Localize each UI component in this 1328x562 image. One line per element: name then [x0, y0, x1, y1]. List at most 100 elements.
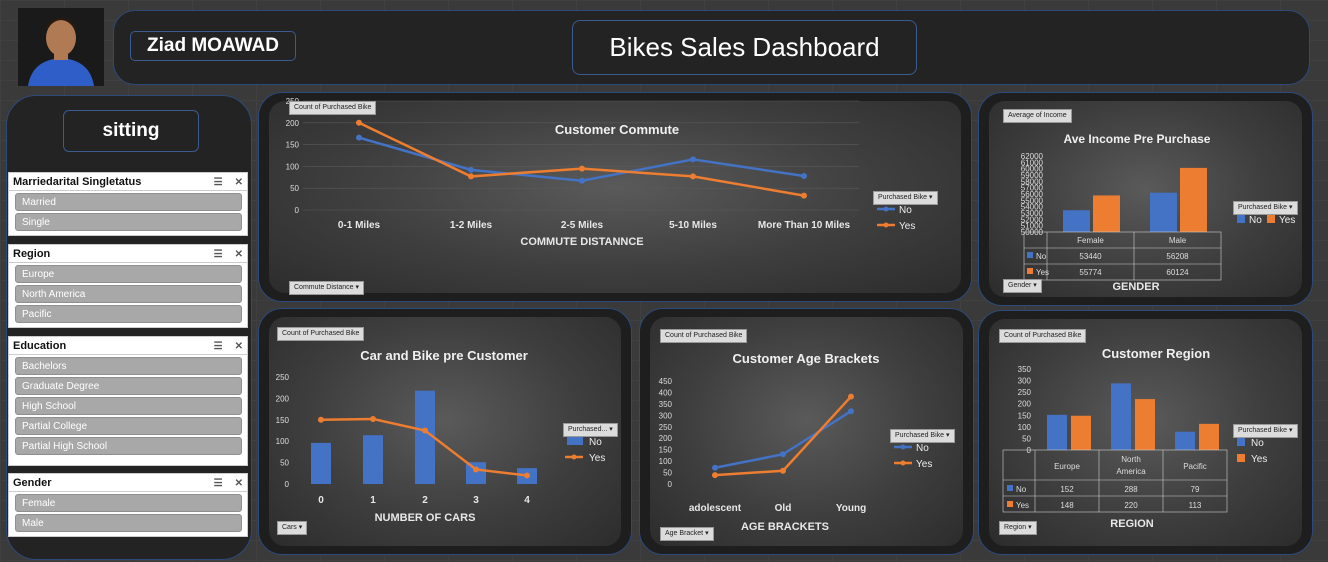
bar-no	[1111, 383, 1131, 450]
data-point	[318, 416, 324, 423]
x-axis-title: REGION	[1110, 518, 1153, 530]
table-legend-key	[1027, 252, 1033, 258]
y-tick-label: 50	[290, 184, 299, 193]
data-point	[801, 192, 807, 199]
y-tick-label: 150	[1018, 411, 1032, 420]
legend-label-yes: Yes	[1279, 215, 1295, 226]
y-tick-label: 50	[280, 459, 289, 468]
legend-filter-button[interactable]: Purchased Bike	[1233, 201, 1298, 215]
slicer-marital-status: Marriedarital Singletatus ☰ ✕ Married Sing…	[8, 172, 248, 236]
table-legend-key	[1007, 501, 1013, 507]
clear-filter-icon[interactable]: ✕	[235, 341, 243, 352]
legend-label-yes: Yes	[899, 221, 915, 232]
chart-svg: Customer Commute0501001502002500-1 Miles…	[286, 97, 916, 248]
bar-no	[1063, 210, 1090, 232]
legend-filter-button[interactable]: Purchased Bike	[890, 429, 955, 443]
data-point	[801, 172, 807, 179]
y-tick-label: 0	[1027, 446, 1032, 455]
legend-label-yes: Yes	[1251, 454, 1267, 465]
y-tick-label: 0	[668, 480, 673, 489]
x-category-label: Young	[836, 503, 866, 514]
axis-filter-button[interactable]: Cars	[277, 521, 308, 535]
data-point	[848, 393, 854, 400]
bar-yes	[1180, 167, 1207, 232]
slicer-item-europe[interactable]: Europe	[15, 265, 242, 283]
chart-customer-commute: Customer Commute0501001502002500-1 Miles…	[258, 92, 972, 302]
data-point	[690, 173, 696, 180]
legend-label-no: No	[916, 443, 929, 454]
legend-marker	[900, 460, 906, 466]
legend-swatch	[1267, 215, 1275, 223]
bar-yes	[1135, 399, 1155, 450]
bar-no	[1150, 192, 1177, 232]
data-point	[468, 173, 474, 180]
slicer-item-graduate-degree[interactable]: Graduate Degree	[15, 377, 242, 395]
clear-filter-icon[interactable]: ✕	[235, 249, 243, 260]
table-row-label: No	[1036, 252, 1047, 261]
value-field-button[interactable]: Count of Purchased Bike	[660, 329, 748, 343]
slicer-item-married[interactable]: Married	[15, 193, 242, 211]
multi-select-icon[interactable]: ☰	[214, 249, 223, 260]
table-value: 53440	[1079, 252, 1102, 261]
value-field-button[interactable]: Count of Purchased Bike	[289, 101, 377, 115]
clear-filter-icon[interactable]: ✕	[235, 177, 243, 188]
legend-filter-button[interactable]: Purchased Bike	[1233, 424, 1298, 438]
multi-select-icon[interactable]: ☰	[214, 478, 223, 489]
chart-cars-per-customer: Car and Bike pre Customer 0 50 100 150 200 250…	[258, 308, 632, 555]
table-header: Pacific	[1183, 462, 1207, 471]
slicer-item-male[interactable]: Male	[15, 514, 242, 532]
axis-filter-button[interactable]: Age Bracket	[660, 527, 714, 541]
bar-yes	[1071, 415, 1091, 450]
value-field-button[interactable]: Average of Income	[1003, 109, 1072, 123]
x-category-label: 3	[473, 495, 479, 506]
y-tick-label: 300	[659, 411, 673, 420]
x-category-label: 2	[422, 495, 428, 506]
legend-swatch	[1237, 438, 1245, 446]
y-tick-label: 0	[285, 480, 290, 489]
x-axis-title: AGE BRACKETS	[741, 521, 829, 533]
y-tick-label: 50	[1022, 434, 1031, 443]
slicer-item-pacific[interactable]: Pacific	[15, 305, 242, 323]
table-row-label: Yes	[1016, 501, 1029, 510]
axis-filter-button[interactable]: Commute Distance	[289, 281, 364, 295]
legend-label-yes: Yes	[589, 453, 605, 464]
x-category-label: 4	[524, 495, 530, 506]
chart-average-income: Ave Income Pre Purchase 50000 51000 52000 53…	[978, 92, 1313, 306]
y-tick-label: 350	[659, 400, 673, 409]
multi-select-icon[interactable]: ☰	[214, 341, 223, 352]
value-field-button[interactable]: Count of Purchased Bike	[277, 327, 365, 341]
table-value: 55774	[1079, 268, 1102, 277]
y-tick-label: 200	[286, 119, 300, 128]
data-point	[848, 408, 854, 415]
x-category-label: 0-1 Miles	[338, 220, 381, 231]
legend-filter-button[interactable]: Purchased Bike	[873, 191, 938, 205]
axis-filter-button[interactable]: Region	[999, 521, 1037, 535]
slicer-item-female[interactable]: Female	[15, 494, 242, 512]
slicer-item-partial-college[interactable]: Partial College	[15, 417, 242, 435]
y-tick-label: 100	[276, 437, 290, 446]
y-tick-label: 300	[1018, 377, 1032, 386]
slicer-item-high-school[interactable]: High School	[15, 397, 242, 415]
slicer-item-single[interactable]: Single	[15, 213, 242, 231]
axis-filter-button[interactable]: Gender	[1003, 279, 1042, 293]
data-point	[780, 467, 786, 474]
legend-marker	[571, 454, 577, 460]
slicer-item-bachelors[interactable]: Bachelors	[15, 357, 242, 375]
x-category-label: 1-2 Miles	[450, 220, 493, 231]
legend-filter-button[interactable]: Purchased...	[563, 423, 618, 437]
slicer-item-north-america[interactable]: North America	[15, 285, 242, 303]
value-field-button[interactable]: Count of Purchased Bike	[999, 329, 1087, 343]
slicer-item-partial-high-school[interactable]: Partial High School	[15, 437, 242, 455]
legend-swatch	[567, 437, 583, 445]
chart-title: Customer Region	[1102, 346, 1210, 361]
table-header: North	[1121, 455, 1141, 464]
table-value: 288	[1124, 485, 1138, 494]
data-point	[524, 472, 530, 479]
data-point	[712, 472, 718, 479]
data-point	[356, 134, 362, 141]
multi-select-icon[interactable]: ☰	[214, 177, 223, 188]
clear-filter-icon[interactable]: ✕	[235, 478, 243, 489]
series-line-no	[358, 136, 805, 183]
y-tick-label: 62000	[1021, 152, 1044, 161]
data-point	[579, 177, 585, 184]
